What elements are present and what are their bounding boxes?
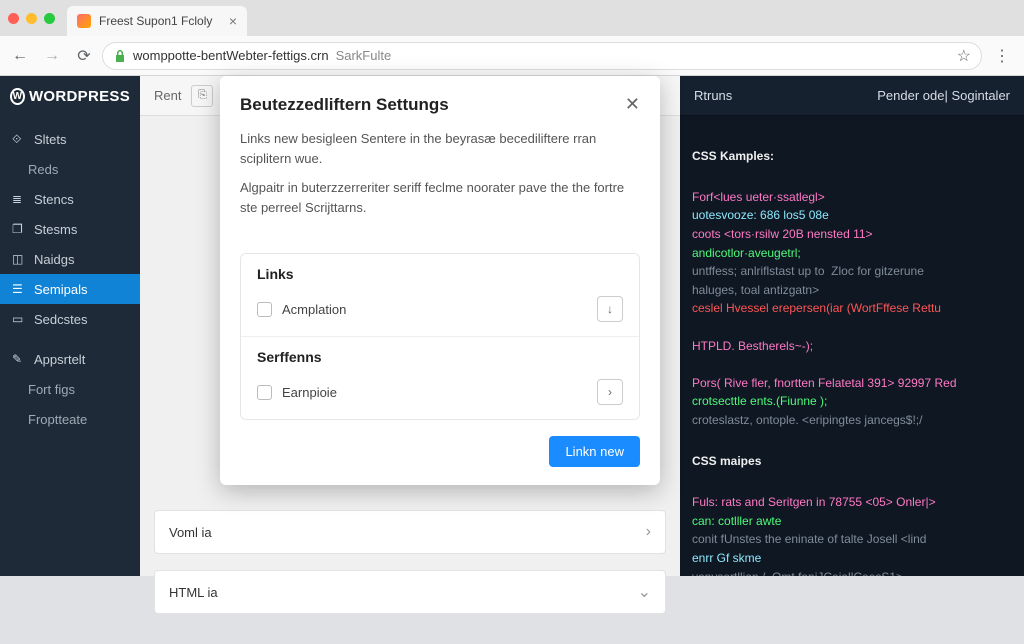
- checkbox-icon[interactable]: [257, 302, 272, 317]
- hash-icon: ◫: [12, 252, 26, 266]
- layers-icon: ❐: [12, 222, 26, 236]
- wp-logo[interactable]: W WORDPRESS: [0, 76, 140, 116]
- plug-icon: ✎: [12, 352, 26, 366]
- code-panel-header: Rtruns Pender ode| Sogintaler: [680, 76, 1024, 116]
- modal-title: Beutezzedliftern Settungs: [240, 95, 449, 115]
- sidebar-item-appsrtelt[interactable]: ✎Appsrtelt: [0, 344, 140, 374]
- row-label: HTML ia: [169, 585, 218, 600]
- group-title-links: Links: [241, 254, 639, 288]
- option-label: Earnpioie: [282, 385, 337, 400]
- sidebar-item-fortfigs[interactable]: Fort figs: [0, 374, 140, 404]
- row-vomlia[interactable]: Voml ia ›: [154, 510, 666, 554]
- sidebar: W WORDPRESS ⟐Sltets Reds ≣Stencs ❐Stesms…: [0, 76, 140, 576]
- url-host: womppotte-bentWebter-fettigs.crn: [133, 48, 329, 63]
- url-path: SarkFulte: [336, 48, 392, 63]
- row-htmlia[interactable]: HTML ia ⌄: [154, 570, 666, 614]
- modal-close-icon[interactable]: ✕: [625, 94, 640, 115]
- address-bar[interactable]: womppotte-bentWebter-fettigs.crn SarkFul…: [102, 42, 982, 70]
- background-rows: Voml ia › HTML ia ⌄: [140, 496, 680, 644]
- modal-group-links: Links Acmplation ↓ Serffenns Earnpioie ›: [240, 253, 640, 420]
- tab-title: Freest Supon1 Fcloly: [99, 14, 212, 28]
- modal-body: Links new besigleen Sentere in the beyra…: [220, 129, 660, 243]
- sidebar-item-stesms[interactable]: ❐Stesms: [0, 214, 140, 244]
- minimize-window-icon[interactable]: [26, 13, 37, 24]
- sidebar-item-sedcstes[interactable]: ▭Sedcstes: [0, 304, 140, 334]
- wp-brand-label: WORDPRESS: [29, 88, 130, 105]
- code-body: CSS Kamples: Forf<lues ueter·ssatlegl> u…: [680, 116, 1024, 576]
- window-controls: [8, 13, 67, 24]
- bookmark-star-icon[interactable]: ☆: [957, 46, 971, 66]
- tab-close-icon[interactable]: ×: [229, 13, 237, 29]
- browser-menu-icon[interactable]: ⋮: [986, 46, 1018, 66]
- list-icon: ☰: [12, 282, 26, 296]
- checkbox-icon[interactable]: [257, 385, 272, 400]
- box-icon: ▭: [12, 312, 26, 326]
- modal-paragraph-1: Links new besigleen Sentere in the beyra…: [240, 129, 640, 168]
- back-button[interactable]: ←: [6, 42, 34, 70]
- modal-paragraph-2: Algpaitr in buterzzerreriter seriff fecl…: [240, 178, 640, 217]
- main-panel: Rent ⎘ ✎ Beutezzedliftern Settungs ✕ Lin…: [140, 76, 680, 576]
- main-tab-label[interactable]: Rent: [154, 88, 181, 103]
- group-title-serffenns: Serffenns: [241, 337, 639, 371]
- browser-tab-strip: Freest Supon1 Fcloly ×: [0, 0, 1024, 36]
- gauge-icon: ⟐: [12, 132, 26, 147]
- wp-logo-icon: W: [10, 88, 25, 105]
- code-heading-2: CSS maipes: [692, 452, 1012, 471]
- sidebar-item-naidgs[interactable]: ◫Naidgs: [0, 244, 140, 274]
- favicon-icon: [77, 14, 91, 28]
- sidebar-item-sltets[interactable]: ⟐Sltets: [0, 124, 140, 154]
- sidebar-item-froptteate[interactable]: Froptteate: [0, 404, 140, 434]
- browser-tab[interactable]: Freest Supon1 Fcloly ×: [67, 6, 247, 36]
- db-icon: ≣: [12, 192, 26, 206]
- dropdown-icon[interactable]: ›: [597, 379, 623, 405]
- close-window-icon[interactable]: [8, 13, 19, 24]
- sidebar-item-reds[interactable]: Reds: [0, 154, 140, 184]
- settings-modal: Beutezzedliftern Settungs ✕ Links new be…: [220, 76, 660, 485]
- chevron-right-icon: ›: [646, 523, 651, 541]
- sidebar-item-semipals[interactable]: ☰Semipals: [0, 274, 140, 304]
- row-label: Voml ia: [169, 525, 212, 540]
- sidebar-item-stencs[interactable]: ≣Stencs: [0, 184, 140, 214]
- forward-button[interactable]: →: [38, 42, 66, 70]
- primary-action-button[interactable]: Linkn new: [549, 436, 640, 467]
- dropdown-icon[interactable]: ↓: [597, 296, 623, 322]
- lock-icon: [113, 49, 126, 62]
- app-shell: W WORDPRESS ⟐Sltets Reds ≣Stencs ❐Stesms…: [0, 76, 1024, 576]
- maximize-window-icon[interactable]: [44, 13, 55, 24]
- chevron-down-icon: ⌄: [638, 582, 651, 602]
- option-label: Acmplation: [282, 302, 346, 317]
- option-acmplation[interactable]: Acmplation ↓: [241, 288, 639, 336]
- link-tool-icon[interactable]: ⎘: [191, 85, 213, 107]
- code-heading-1: CSS Kamples:: [692, 147, 1012, 166]
- option-earnpioie[interactable]: Earnpioie ›: [241, 371, 639, 419]
- code-tab-label[interactable]: Rtruns: [694, 88, 732, 103]
- browser-toolbar: ← → ⟳ womppotte-bentWebter-fettigs.crn S…: [0, 36, 1024, 76]
- code-tab-right[interactable]: Pender ode| Sogintaler: [877, 88, 1010, 103]
- reload-button[interactable]: ⟳: [70, 42, 98, 70]
- code-panel: Rtruns Pender ode| Sogintaler CSS Kample…: [680, 76, 1024, 576]
